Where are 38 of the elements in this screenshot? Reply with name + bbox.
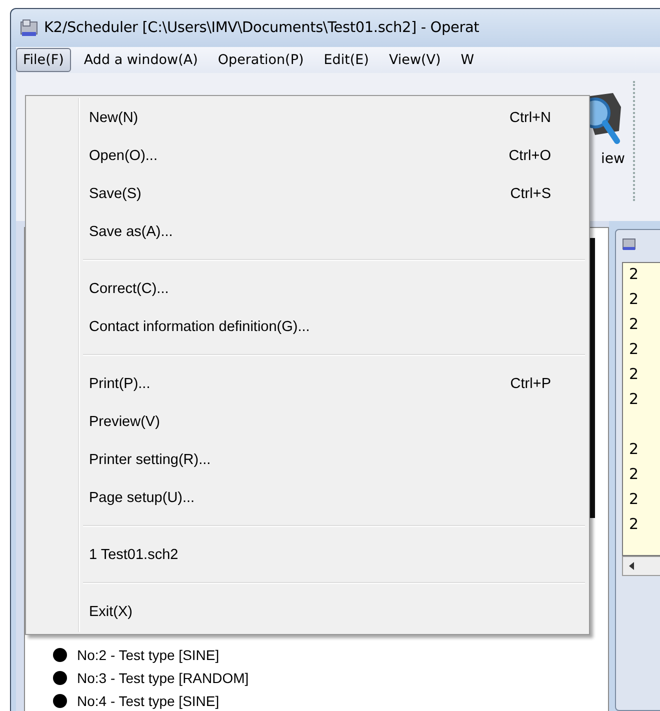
bullet-icon [53, 648, 67, 662]
log-text: 2 [629, 265, 639, 283]
bullet-icon [53, 694, 67, 708]
menu-item[interactable]: Contact information definition(G)... [26, 308, 589, 346]
app-icon [20, 19, 38, 37]
app-icon [622, 237, 636, 251]
menu-item[interactable]: Page setup(U)... [26, 479, 589, 517]
menu-bar-item[interactable]: Add a window(A) [76, 48, 205, 72]
window-title: K2/Scheduler [C:\Users\IMV\Documents\Test01.sch2] - Operat [44, 20, 480, 36]
menu-bar-item[interactable]: File(F) [16, 48, 71, 72]
menu-item[interactable]: Print(P)... Ctrl+P [26, 365, 589, 403]
log-text: 2 [629, 315, 639, 333]
log-text: 2 [629, 290, 639, 308]
menu-item[interactable]: Save(S) Ctrl+S [26, 175, 589, 213]
menu-bar-item[interactable]: Operation(P) [210, 48, 311, 72]
menu-item[interactable]: Correct(C)... [26, 270, 589, 308]
log-text: 2 [629, 490, 639, 508]
menu-bar-item[interactable]: View(V) [382, 48, 448, 72]
menu-item[interactable]: New(N) Ctrl+N [26, 99, 589, 137]
log-text: 2 [629, 390, 639, 408]
menu-item[interactable]: Preview(V) [26, 403, 589, 441]
log-text: 2 [629, 465, 639, 483]
log-text: 2 [629, 515, 639, 533]
menu-item[interactable]: Open(O)... Ctrl+O [26, 137, 589, 175]
log-text: 2 [629, 340, 639, 358]
test-item[interactable]: No:4 - Test type [SINE] [77, 692, 220, 708]
log-text: 2 [629, 365, 639, 383]
menu-item[interactable]: 1 Test01.sch2 [26, 536, 589, 574]
menu-item[interactable]: Printer setting(R)... [26, 441, 589, 479]
test-item[interactable]: No:2 - Test type [SINE] [77, 646, 220, 662]
scroll-left-arrow-icon[interactable] [629, 562, 634, 570]
menu-item[interactable]: Save as(A)... [26, 213, 589, 251]
menu-bar-item[interactable]: W [454, 48, 482, 72]
menu-item[interactable]: Exit(X) [26, 593, 589, 631]
test-item[interactable]: No:3 - Test type [RANDOM] [77, 670, 249, 686]
log-text: 2 [629, 440, 639, 458]
bullet-icon [53, 670, 67, 684]
menu-bar-item[interactable]: Edit(E) [316, 48, 376, 72]
